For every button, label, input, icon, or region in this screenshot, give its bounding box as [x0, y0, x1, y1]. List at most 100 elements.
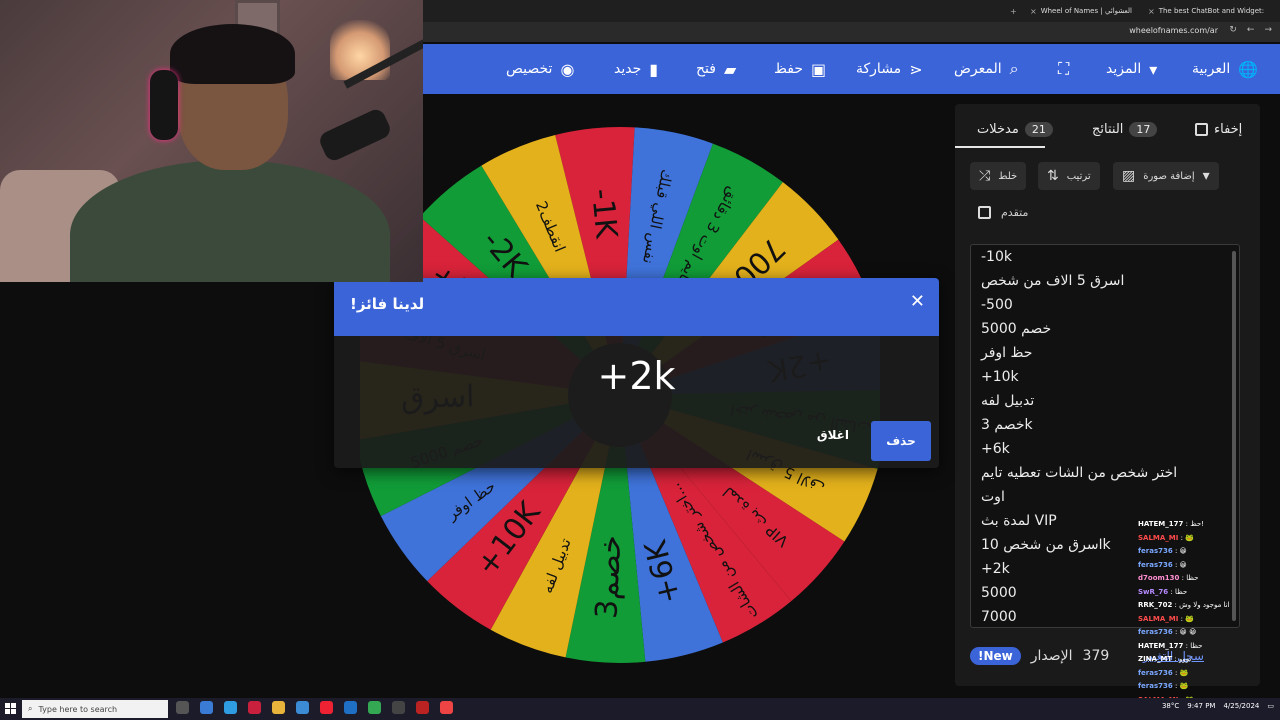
chat-message: HATEM_177 : حظا — [1138, 640, 1256, 654]
results-count-badge: 17 — [1129, 121, 1158, 137]
entry-line[interactable]: -10k — [971, 245, 1239, 269]
chat-message: SALMA_MI : 🐸 — [1138, 532, 1256, 546]
chat-text: : حظا — [1168, 587, 1188, 596]
chat-username: HATEM_177 — [1138, 520, 1184, 528]
chat-message: SALMA_MI : 🐸 — [1138, 613, 1256, 627]
hide-toggle[interactable]: إخفاء — [1195, 118, 1242, 140]
nav-new[interactable]: ▮ جديد — [614, 58, 658, 80]
entry-line[interactable]: اختر شخص من الشات تعطيه تايم — [971, 461, 1239, 485]
active-tab-indicator — [955, 146, 1045, 148]
forward-icon[interactable]: → — [1264, 25, 1272, 35]
close-button[interactable]: اغلاق — [817, 428, 849, 442]
opera-icon[interactable] — [248, 701, 261, 714]
close-icon[interactable]: × — [1148, 7, 1155, 16]
chevron-down-icon: ▾ — [1149, 59, 1158, 79]
chat-text: : 😀 — [1172, 547, 1187, 555]
nav-save[interactable]: ▣ حفظ — [774, 58, 826, 80]
nav-gallery[interactable]: ⌕ المعرض — [954, 58, 1019, 80]
tab-wheel-of-names[interactable]: × Wheel of Names | العشوائي — [1030, 3, 1132, 19]
tab-entries[interactable]: 21 مدخلات — [977, 118, 1053, 140]
tab-chatbot[interactable]: × The best ChatBot and Widget: — [1148, 3, 1264, 19]
nav-open[interactable]: ▰ فتح — [696, 58, 736, 80]
folder-icon[interactable] — [272, 701, 285, 714]
chat-text: : 😀 — [1172, 560, 1187, 569]
wheel-slice-label: 3خصم — [589, 534, 629, 619]
clock-time[interactable]: 9:47 PM — [1187, 702, 1215, 710]
chat-message: RRK_702 : انا موجود ولا وش — [1138, 599, 1256, 613]
winner-dialog: لدينا فائز! ✕ +2k اغلاق حذف — [334, 278, 939, 468]
chat-overlay: HATEM_177 : حظ! SALMA_MI : 🐸 feras736 : 😀 f… — [1138, 518, 1256, 708]
chat-text: : 🐸 — [1178, 614, 1194, 623]
sort-icon: ⇅ — [1047, 168, 1059, 184]
clock-date[interactable]: 4/25/2024 — [1223, 702, 1259, 710]
screen: + × Wheel of Names | العشوائي × The best… — [0, 0, 1280, 720]
refresh-icon[interactable]: ↻ — [1229, 25, 1237, 35]
youtube-icon[interactable] — [320, 701, 333, 714]
tab-label: The best ChatBot and Widget: — [1158, 7, 1265, 15]
entry-line[interactable]: +6k — [971, 437, 1239, 461]
taskbar-apps — [176, 701, 453, 714]
task-view-icon[interactable] — [176, 701, 189, 714]
winner-text: +2k — [597, 354, 676, 398]
shuffle-icon: ⤮ — [979, 168, 991, 184]
chat-message: HATEM_177 : حظ! — [1138, 518, 1256, 532]
app-icon[interactable] — [440, 701, 453, 714]
entry-line[interactable]: +10k — [971, 365, 1239, 389]
windows-start-icon[interactable] — [5, 703, 16, 714]
app-icon[interactable] — [200, 701, 213, 714]
chat-message: d7oom130 : حظا — [1138, 572, 1256, 586]
app-icon[interactable] — [416, 701, 429, 714]
search-icon: ⌕ — [1009, 59, 1019, 78]
tab-results[interactable]: 17 النتائج — [1092, 118, 1158, 140]
palette-icon: ◉ — [560, 59, 575, 79]
entries-count-badge: 21 — [1024, 121, 1053, 137]
nav-share[interactable]: ⋖ مشاركة — [856, 58, 923, 80]
close-icon[interactable]: × — [1030, 7, 1037, 16]
chat-text: : 🐸 — [1172, 682, 1189, 690]
entry-line[interactable]: خصم 3k — [971, 413, 1239, 437]
chat-text: : حظا — [1179, 574, 1199, 582]
advanced-checkbox[interactable] — [978, 206, 991, 219]
dialog-header: لدينا فائز! ✕ — [334, 278, 939, 336]
chat-text: : 🐸 — [1178, 533, 1194, 542]
app-icon[interactable] — [392, 701, 405, 714]
advanced-toggle[interactable]: متقدم — [978, 206, 1028, 219]
taskbar-search[interactable]: ⌕ Type here to search — [22, 700, 168, 718]
chat-text: : حظا — [1183, 641, 1203, 650]
new-badge[interactable]: New! — [970, 647, 1021, 665]
entry-line[interactable]: خصم 5000 — [971, 317, 1239, 341]
chat-username: feras736 — [1138, 560, 1173, 569]
webcam-overlay — [0, 0, 423, 282]
close-icon[interactable]: ✕ — [910, 291, 925, 312]
chrome-icon[interactable] — [368, 701, 381, 714]
entry-line[interactable]: اسرق 5 الاف من شخص — [971, 269, 1239, 293]
chat-text: : 🐸 — [1172, 668, 1189, 677]
new-tab-button[interactable]: + — [1010, 3, 1017, 19]
nav-customize[interactable]: ◉ تخصيص — [506, 58, 574, 80]
nav-language[interactable]: 🌐 العربية — [1192, 58, 1258, 80]
remove-button[interactable]: حذف — [871, 421, 931, 461]
streamer-hair — [170, 24, 295, 84]
entry-line[interactable]: حظ اوفر — [971, 341, 1239, 365]
url-text[interactable]: wheelofnames.com/ar — [1129, 26, 1218, 35]
fullscreen-button[interactable]: ⛶ — [1058, 58, 1069, 80]
entry-line[interactable]: -500 — [971, 293, 1239, 317]
app-icon[interactable] — [296, 701, 309, 714]
chat-message: feras736 : 😀 — [1138, 545, 1256, 559]
edge-icon[interactable] — [224, 701, 237, 714]
entry-line[interactable]: تدبيل لفه — [971, 389, 1239, 413]
chat-username: feras736 — [1138, 628, 1173, 636]
headphones-icon — [150, 70, 178, 140]
weather-text[interactable]: 38°C — [1162, 702, 1179, 710]
notification-icon[interactable]: ▭ — [1267, 702, 1274, 710]
store-icon[interactable] — [344, 701, 357, 714]
shuffle-button[interactable]: خلط ⤮ — [970, 162, 1027, 190]
sort-button[interactable]: ترتيب ⇅ — [1038, 162, 1100, 190]
nav-more[interactable]: ▾ المزيد — [1106, 58, 1157, 80]
streamer-body — [70, 160, 390, 282]
hide-checkbox[interactable] — [1195, 122, 1208, 136]
chat-message: SwR_76 : حظا — [1138, 586, 1256, 600]
back-icon[interactable]: ← — [1247, 25, 1255, 35]
add-image-button[interactable]: ▾ إضافة صورة ▨ — [1113, 162, 1219, 190]
entry-line[interactable]: اوت — [971, 485, 1239, 509]
